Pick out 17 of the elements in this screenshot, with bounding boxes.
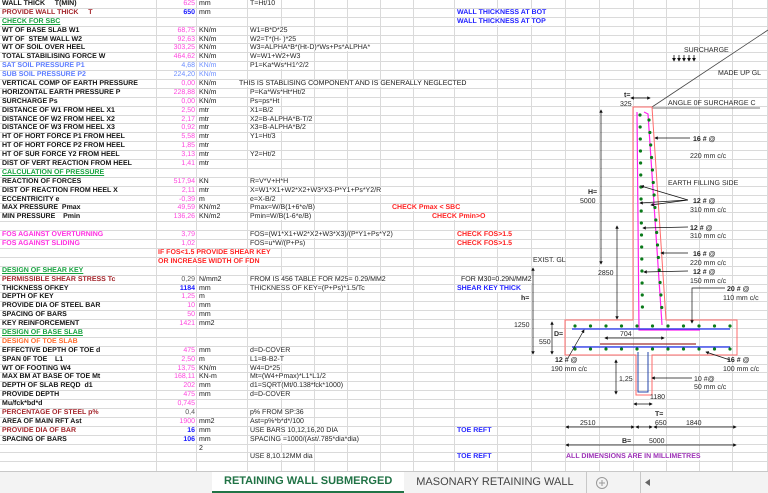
leader-line (568, 329, 584, 358)
dimension-line (614, 359, 618, 395)
dimension-line (604, 336, 665, 340)
add-sheet-icon[interactable] (596, 476, 608, 488)
leader-line (643, 270, 688, 274)
dimension-line (633, 402, 653, 406)
dimension-line (550, 321, 554, 355)
sheet-tab[interactable]: MASONARY RETAINING WALL (404, 472, 587, 493)
leader-line (651, 376, 692, 380)
surcharge-arrows-icon (672, 54, 696, 62)
sheet-tab[interactable]: RETAINING WALL SUBMERGED (212, 472, 404, 493)
leader-line (660, 251, 688, 255)
scroll-left-icon[interactable] (645, 479, 651, 486)
leader-line (642, 226, 688, 230)
leader-line (690, 288, 726, 324)
leader-line (654, 136, 690, 140)
dimension-line (630, 96, 651, 100)
